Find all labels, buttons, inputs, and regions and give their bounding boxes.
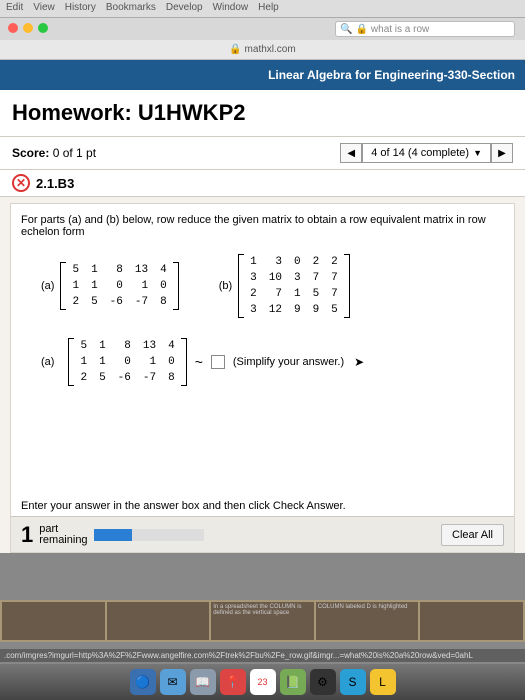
tilde-symbol: ~: [195, 354, 203, 370]
dock-app-icon[interactable]: 23: [250, 669, 276, 695]
enter-instruction: Enter your answer in the answer box and …: [21, 500, 346, 512]
progress-bar: [94, 529, 204, 541]
clear-all-button[interactable]: Clear All: [441, 524, 504, 546]
window-close-button[interactable]: [8, 23, 18, 33]
window-minimize-button[interactable]: [23, 23, 33, 33]
browser-toolbar: 🔍 🔒 what is a row: [0, 18, 525, 40]
next-question-button[interactable]: ▶: [491, 143, 513, 163]
window-zoom-button[interactable]: [38, 23, 48, 33]
dock-app-icon[interactable]: L: [370, 669, 396, 695]
thumbnail[interactable]: [2, 602, 105, 640]
host-text: mathxl.com: [245, 44, 296, 55]
search-results-thumbnails: In a spreadsheet the COLUMN is defined a…: [0, 600, 525, 642]
question-number: 2.1.B3: [36, 176, 74, 191]
homework-title: Homework: U1HWKP2: [0, 90, 525, 137]
dock-app-icon[interactable]: S: [340, 669, 366, 695]
lock-icon: 🔒: [229, 44, 241, 55]
answer-matrix-given: 5181341101025-6-78: [68, 338, 186, 386]
problem-prompt: For parts (a) and (b) below, row reduce …: [21, 214, 504, 238]
menu-item[interactable]: Window: [213, 2, 249, 15]
menu-item[interactable]: History: [65, 2, 96, 15]
matrix-b: (b) 1302231037727157312995: [219, 254, 350, 318]
matrix-a: (a) 5181341101025-6-78: [41, 262, 179, 310]
menu-item[interactable]: Develop: [166, 2, 203, 15]
incorrect-icon: ✕: [12, 174, 30, 192]
dock-app-icon[interactable]: 📗: [280, 669, 306, 695]
thumbnail[interactable]: [420, 602, 523, 640]
lock-icon: 🔒: [355, 24, 367, 35]
score-label: Score: 0 of 1 pt: [12, 146, 96, 160]
dropdown-icon: ▼: [473, 148, 482, 158]
simplify-hint: (Simplify your answer.): [233, 356, 344, 368]
thumbnail[interactable]: In a spreadsheet the COLUMN is defined a…: [211, 602, 314, 640]
status-url: .com/imgres?imgurl=http%3A%2F%2Fwww.ange…: [0, 649, 525, 662]
search-input[interactable]: 🔍 🔒 what is a row: [335, 21, 515, 37]
dock-app-icon[interactable]: 📍: [220, 669, 246, 695]
dock-app-icon[interactable]: 🔵: [130, 669, 156, 695]
course-title: Linear Algebra for Engineering-330-Secti…: [268, 68, 515, 82]
menu-item[interactable]: Edit: [6, 2, 23, 15]
search-text: what is a row: [371, 24, 429, 35]
course-header: Linear Algebra for Engineering-330-Secti…: [0, 60, 525, 90]
prev-question-button[interactable]: ◀: [340, 143, 362, 163]
dock: 🔵 ✉ 📖 📍 23 📗 ⚙ S L: [0, 664, 525, 700]
answer-input[interactable]: [211, 355, 225, 369]
dock-app-icon[interactable]: ⚙: [310, 669, 336, 695]
address-bar[interactable]: 🔒 mathxl.com: [0, 40, 525, 60]
cursor-icon: ➤: [354, 355, 364, 369]
menu-item[interactable]: Help: [258, 2, 279, 15]
answer-part-label: (a): [41, 356, 54, 368]
question-position[interactable]: 4 of 14 (4 complete)▼: [362, 143, 491, 163]
thumbnail[interactable]: COLUMN labeled D is highlighted: [316, 602, 419, 640]
menu-item[interactable]: Bookmarks: [106, 2, 156, 15]
problem-panel: For parts (a) and (b) below, row reduce …: [10, 203, 515, 553]
thumbnail[interactable]: [107, 602, 210, 640]
dock-app-icon[interactable]: 📖: [190, 669, 216, 695]
dock-app-icon[interactable]: ✉: [160, 669, 186, 695]
search-icon: 🔍: [340, 24, 352, 35]
parts-remaining: 1 part remaining: [21, 522, 204, 548]
os-menubar: Edit View History Bookmarks Develop Wind…: [0, 0, 525, 18]
menu-item[interactable]: View: [33, 2, 55, 15]
